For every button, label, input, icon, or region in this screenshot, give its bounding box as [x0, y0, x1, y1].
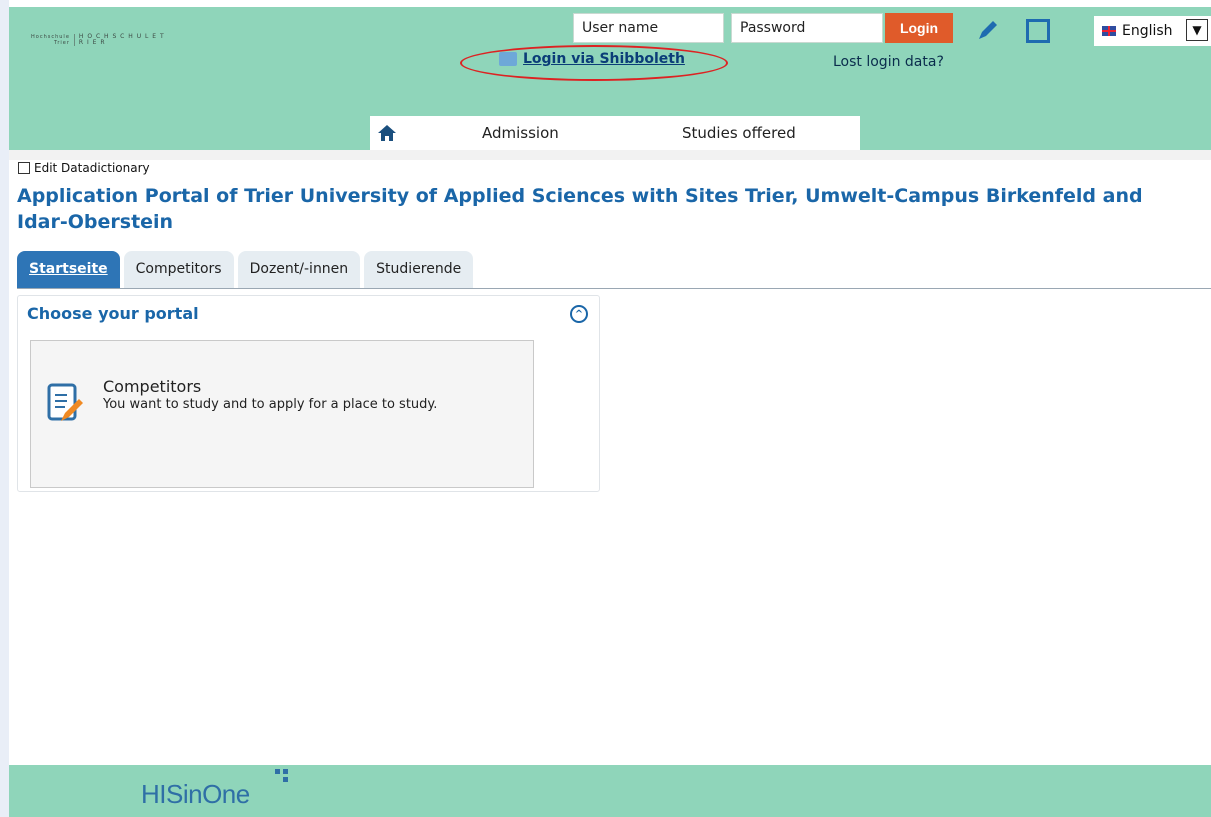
uk-flag-icon [1102, 26, 1116, 36]
tab-studierende[interactable]: Studierende [364, 251, 474, 289]
page-title: Application Portal of Trier University o… [17, 185, 1143, 233]
tab-competitors[interactable]: Competitors [123, 251, 234, 289]
shibboleth-label: Login via Shibboleth [523, 51, 685, 67]
hisinone-dots-icon [275, 769, 289, 783]
language-label: English [1122, 23, 1173, 39]
tab-dozent-innen[interactable]: Dozent/-innen [237, 251, 361, 289]
lost-login-link[interactable]: Lost login data? [833, 54, 944, 70]
tab-bar: Startseite Competitors Dozent/-innen Stu… [17, 251, 474, 289]
main-nav: Admission Studies offered [370, 116, 860, 150]
tab-startseite[interactable]: Startseite [17, 251, 120, 289]
datadictionary-label: Edit Datadictionary [34, 161, 150, 175]
username-field[interactable]: User name [573, 13, 724, 43]
nav-item-studies-offered[interactable]: Studies offered [682, 124, 796, 142]
competitors-card[interactable]: Competitors You want to study and to app… [30, 340, 534, 488]
page: Hochschule Trier H O C H S C H U L E T R… [0, 0, 1211, 817]
login-button[interactable]: Login [885, 13, 953, 43]
card-title: Competitors [103, 377, 202, 396]
chevron-down-icon[interactable]: ▼ [1186, 19, 1208, 41]
left-margin-bar [0, 0, 9, 817]
logo-right-text: H O C H S C H U L E T R I E R [78, 33, 165, 46]
card-description: You want to study and to apply for a pla… [103, 397, 438, 412]
square-icon[interactable] [1026, 19, 1050, 43]
shibboleth-icon [499, 52, 517, 66]
datadictionary-checkbox[interactable] [18, 162, 30, 174]
nav-item-admission[interactable]: Admission [482, 124, 559, 142]
tab-divider [17, 288, 1211, 289]
shibboleth-login-link[interactable]: Login via Shibboleth [499, 51, 685, 67]
language-select[interactable]: English ▼ [1094, 16, 1211, 46]
password-field[interactable]: Password [731, 13, 883, 43]
application-form-icon [47, 383, 83, 421]
header: Hochschule Trier H O C H S C H U L E T R… [9, 7, 1211, 150]
panel-title: Choose your portal [27, 304, 199, 323]
sub-bar [9, 150, 1211, 160]
hochschule-logo[interactable]: Hochschule Trier H O C H S C H U L E T R… [31, 23, 171, 57]
footer: HISinOne [9, 765, 1211, 817]
pencil-icon[interactable] [976, 18, 1000, 42]
edit-datadictionary[interactable]: Edit Datadictionary [18, 161, 150, 175]
portal-panel: Choose your portal ^ Competitors You wan… [17, 295, 600, 492]
logo-left-text: Hochschule Trier [31, 34, 75, 46]
home-icon[interactable] [370, 116, 404, 150]
hisinone-logo: HISinOne [141, 779, 250, 809]
collapse-icon[interactable]: ^ [570, 305, 588, 323]
